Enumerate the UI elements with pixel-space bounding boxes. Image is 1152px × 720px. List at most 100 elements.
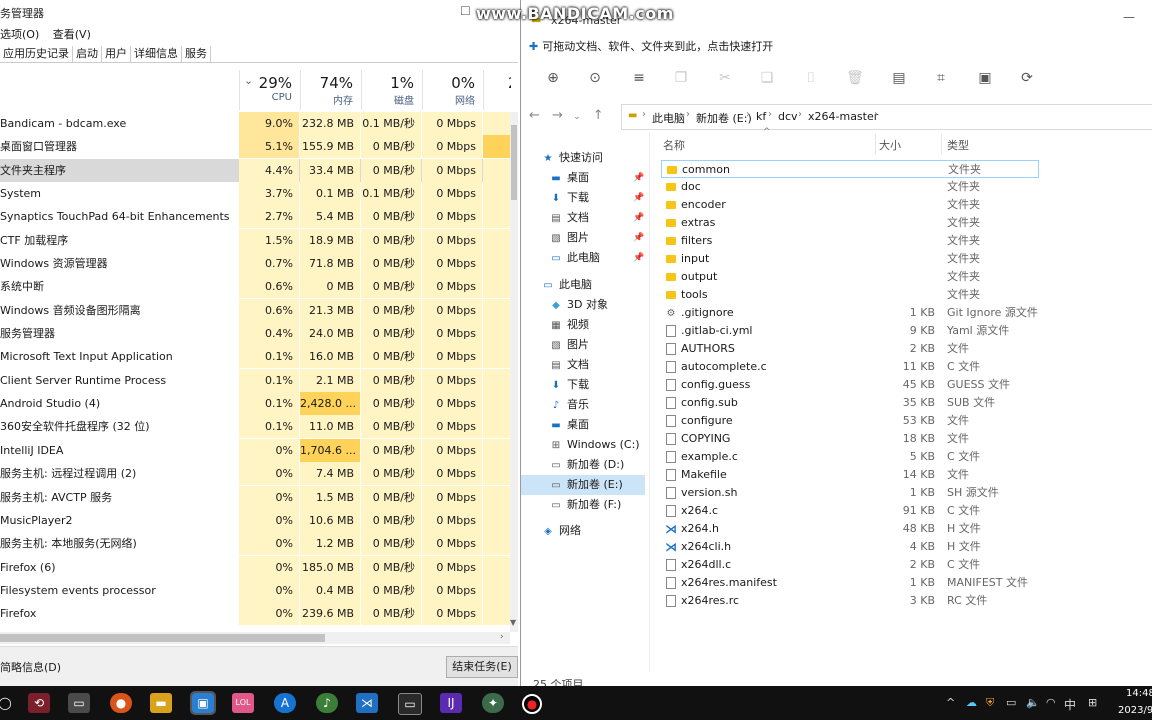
file-row[interactable]: COPYING 18 KB 文件	[661, 430, 1041, 448]
process-row[interactable]: 服务主机: 远程过程调用 (2) 0% 7.4 MB 0 MB/秒 0 Mbps	[0, 462, 510, 486]
delete-icon[interactable]: 🗑	[845, 70, 865, 86]
menu-options[interactable]: 选项(O)	[0, 28, 39, 41]
file-row[interactable]: config.guess 45 KB GUESS 文件	[661, 376, 1041, 394]
crop-icon[interactable]: ⌗	[931, 70, 951, 86]
breadcrumb-kf[interactable]: kf	[756, 110, 766, 123]
process-row[interactable]: Microsoft Text Input Application 0.1% 16.0…	[0, 345, 510, 369]
nav-item[interactable]: ▬ 桌面	[521, 415, 645, 435]
nav-item[interactable]: ♪ 音乐	[521, 395, 645, 415]
process-row[interactable]: System 3.7% 0.1 MB 0.1 MB/秒 0 Mbps	[0, 182, 510, 206]
nav-item[interactable]: ▭ 新加卷 (D:)	[521, 455, 645, 475]
nav-item[interactable]: ⬇ 下载 📌	[521, 188, 645, 208]
file-row[interactable]: x264dll.c 2 KB C 文件	[661, 556, 1041, 574]
explorer-active-icon[interactable]: ▣	[190, 691, 216, 715]
vertical-scroll-thumb[interactable]	[511, 125, 517, 200]
tab-app-history[interactable]: 应用历史记录	[0, 46, 73, 62]
vscode-icon[interactable]: ⋊	[356, 693, 378, 713]
scroll-down-arrow-icon[interactable]: ▼	[510, 618, 516, 627]
file-explorer-icon[interactable]: ▬	[150, 693, 172, 713]
process-row[interactable]: Firefox (6) 0% 185.0 MB 0 MB/秒 0 Mbps	[0, 555, 510, 579]
tray-ime[interactable]: 中	[1064, 696, 1076, 713]
new-item-icon[interactable]: ⊕	[543, 70, 563, 86]
nav-item[interactable]: ▭ 新加卷 (F:)	[521, 495, 645, 515]
tray-battery-icon[interactable]: ▭	[1006, 696, 1016, 709]
firefox-icon[interactable]: ●	[110, 693, 132, 713]
file-row[interactable]: encoder 文件夹	[661, 196, 1041, 214]
refresh-icon[interactable]: ⟳	[1017, 70, 1037, 86]
process-row[interactable]: Android Studio (4) 0.1% 2,428.0 ... 0 MB/秒 0…	[0, 392, 510, 416]
nav-item[interactable]: ◈ 网络	[521, 521, 645, 541]
file-row[interactable]: ⋊ x264.h 48 KB H 文件	[661, 520, 1041, 538]
process-row[interactable]: Windows 音频设备图形隔离 0.6% 21.3 MB 0 MB/秒 0 Mbps	[0, 298, 510, 322]
file-row[interactable]: tools 文件夹	[661, 286, 1041, 304]
browser-icon[interactable]: A	[274, 693, 296, 713]
file-row[interactable]: Makefile 14 KB 文件	[661, 466, 1041, 484]
process-row[interactable]: IntelliJ IDEA 0% 1,704.6 ... 0 MB/秒 0 Mbps	[0, 438, 510, 462]
video-app-icon[interactable]: LOL	[232, 693, 254, 713]
process-row[interactable]: 文件夹主程序 4.4% 33.4 MB 0 MB/秒 0 Mbps	[0, 158, 510, 183]
tray-volume-icon[interactable]: 🔈	[1026, 696, 1040, 709]
process-row[interactable]: MusicPlayer2 0% 10.6 MB 0 MB/秒 0 Mbps	[0, 508, 510, 532]
terminal-icon[interactable]: ▭	[398, 693, 422, 715]
up-arrow-icon[interactable]: ↑	[593, 108, 604, 123]
file-row[interactable]: configure 53 KB 文件	[661, 412, 1041, 430]
file-row[interactable]: ⋊ x264cli.h 4 KB H 文件	[661, 538, 1041, 556]
file-row[interactable]: input 文件夹	[661, 250, 1041, 268]
process-row[interactable]: Firefox 0% 239.6 MB 0 MB/秒 0 Mbps	[0, 602, 510, 626]
tray-shield-icon[interactable]: ⛨	[986, 696, 994, 710]
bandicam-record-icon[interactable]: ●	[522, 694, 542, 714]
cut-icon[interactable]: ✂	[715, 70, 735, 86]
process-row[interactable]: 服务管理器 0.4% 24.0 MB 0 MB/秒 0 Mbps	[0, 322, 510, 346]
file-row[interactable]: doc 文件夹	[661, 178, 1041, 196]
col-memory[interactable]: 74% 内存	[300, 70, 361, 110]
col-name[interactable]: 名称	[663, 137, 685, 153]
menu-view[interactable]: 查看(V)	[53, 28, 91, 41]
nav-item[interactable]: ▭ 此电脑	[521, 275, 645, 295]
scroll-right-arrow-icon[interactable]: ›	[500, 632, 504, 642]
tab-details[interactable]: 详细信息	[131, 46, 182, 62]
end-task-button[interactable]: 结束任务(E)	[446, 656, 518, 678]
intellij-icon[interactable]: IJ	[440, 693, 462, 713]
process-row[interactable]: Windows 资源管理器 0.7% 71.8 MB 0 MB/秒 0 Mbps	[0, 252, 510, 276]
file-row[interactable]: autocomplete.c 11 KB C 文件	[661, 358, 1041, 376]
tab-services[interactable]: 服务	[182, 46, 211, 62]
maximize-icon[interactable]: ☐	[460, 4, 471, 18]
tab-users[interactable]: 用户	[102, 46, 131, 62]
file-row[interactable]: filters 文件夹	[661, 232, 1041, 250]
nav-item[interactable]: ▤ 文档	[521, 355, 645, 375]
col-disk[interactable]: 1% 磁盘	[361, 70, 422, 110]
nav-item[interactable]: ▧ 图片 📌	[521, 228, 645, 248]
forward-arrow-icon[interactable]: →	[552, 108, 563, 123]
nav-item[interactable]: ▤ 文档 📌	[521, 208, 645, 228]
save-icon[interactable]: ▣	[975, 70, 995, 86]
process-row[interactable]: 系统中断 0.6% 0 MB 0 MB/秒 0 Mbps	[0, 275, 510, 299]
horizontal-scroll-thumb[interactable]	[0, 634, 325, 642]
fewer-details-link[interactable]: 简略信息(D)	[0, 659, 61, 675]
minimize-icon[interactable]: —	[1123, 10, 1135, 24]
rename-icon[interactable]: ⌷	[801, 70, 821, 86]
process-row[interactable]: CTF 加载程序 1.5% 18.9 MB 0 MB/秒 0 Mbps	[0, 228, 510, 252]
breadcrumb-this-pc[interactable]: 此电脑	[652, 110, 685, 126]
file-row[interactable]: x264res.manifest 1 KB MANIFEST 文件	[661, 574, 1041, 592]
file-row[interactable]: extras 文件夹	[661, 214, 1041, 232]
file-row[interactable]: ⚙ .gitignore 1 KB Git Ignore 源文件	[661, 304, 1041, 322]
process-row[interactable]: Synaptics TouchPad 64-bit Enhancements 2.…	[0, 205, 510, 229]
music-player-icon[interactable]: ♪	[316, 693, 338, 713]
process-row[interactable]: 360安全软件托盘程序 (32 位) 0.1% 11.0 MB 0 MB/秒 0 Mbp…	[0, 415, 510, 439]
col-size[interactable]: 大小	[879, 137, 901, 153]
file-row[interactable]: config.sub 35 KB SUB 文件	[661, 394, 1041, 412]
process-row[interactable]: 服务主机: 本地服务(无网络) 0% 1.2 MB 0 MB/秒 0 Mbps	[0, 532, 510, 556]
tab-startup[interactable]: 启动	[73, 46, 102, 62]
clock-time[interactable]: 14:48	[1126, 688, 1152, 699]
file-row[interactable]: .gitlab-ci.yml 9 KB Yaml 源文件	[661, 322, 1041, 340]
recent-chevron-icon[interactable]: ⌄	[573, 112, 581, 122]
open-clock-icon[interactable]: ⊙	[585, 70, 605, 86]
breadcrumb-drive-e[interactable]: 新加卷 (E:)	[696, 110, 752, 126]
nav-item[interactable]: ▦ 视频	[521, 315, 645, 335]
col-gpu[interactable]: 22G	[483, 70, 511, 110]
nav-item[interactable]: ★ 快速访问	[521, 148, 645, 168]
sync-app-icon[interactable]: ⟲	[28, 693, 50, 713]
breadcrumb-x264-master[interactable]: x264-master	[808, 110, 878, 123]
tray-cloud-icon[interactable]: ☁	[966, 696, 977, 709]
file-row[interactable]: example.c 5 KB C 文件	[661, 448, 1041, 466]
